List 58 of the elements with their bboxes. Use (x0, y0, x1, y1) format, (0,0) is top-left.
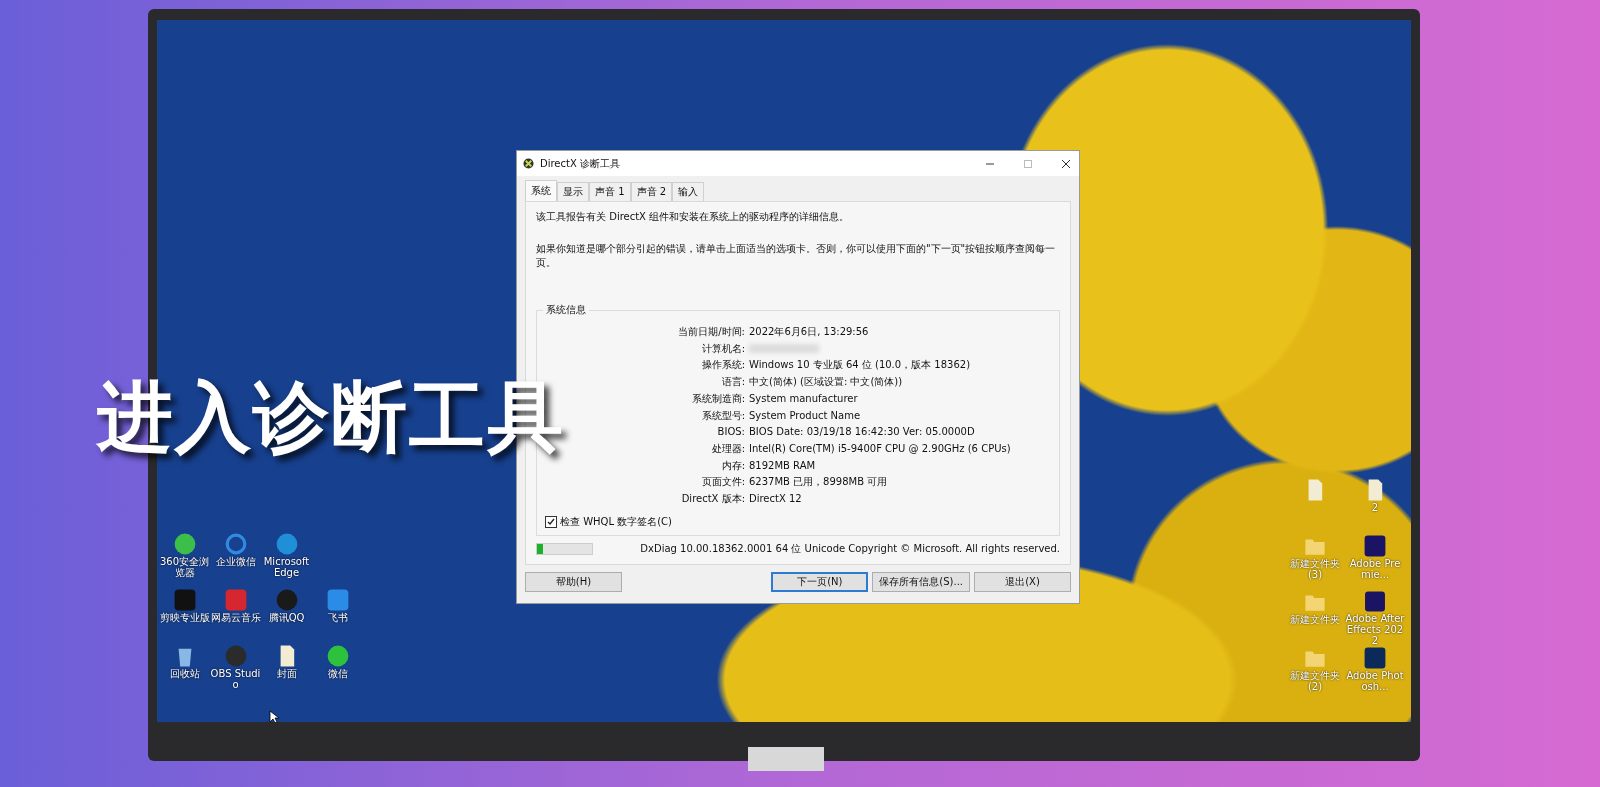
info-value: Windows 10 专业版 64 位 (10.0，版本 18362) (749, 358, 972, 373)
tab[interactable]: 系统 (525, 180, 557, 201)
info-value: 6237MB 已用，8998MB 可用 (749, 475, 889, 490)
dialog-button[interactable]: 退出(X) (974, 572, 1071, 592)
maximize-icon[interactable] (1023, 158, 1033, 169)
browser-icon[interactable] (172, 532, 197, 556)
icon-label[interactable]: 剪映专业版 (158, 612, 211, 623)
info-label: 系统型号: (700, 408, 745, 423)
record-app-icon[interactable] (223, 644, 248, 668)
checkbox[interactable] (545, 516, 557, 528)
tab[interactable]: 输入 (672, 182, 705, 201)
info-value: 中文(简体) (区域设置: 中文(简体)) (749, 375, 904, 389)
info-label: 系统制造商: (690, 391, 745, 406)
version-text: DxDiag 10.00.18362.0001 64 位 Unicode Copyright © Microsoft. All rights reserved. (640, 542, 1060, 556)
dialog-button[interactable]: 帮助(H) (525, 572, 622, 592)
browser-icon[interactable] (274, 532, 299, 556)
chat-icon[interactable] (325, 644, 350, 668)
info-label: 页面文件: (700, 475, 745, 490)
icon-label[interactable]: Microsoft Edge (260, 556, 313, 578)
chat-icon[interactable] (223, 532, 248, 556)
icon-label[interactable]: OBS Studio (209, 668, 262, 690)
info-label: 操作系统: (700, 358, 745, 373)
info-label: 内存: (720, 458, 745, 473)
info-label: BIOS: (716, 425, 745, 439)
info-label: 语言: (720, 375, 745, 389)
info-label: 计算机名: (700, 341, 745, 356)
intro-text: 该工具报告有关 DirectX 组件和安装在系统上的驱动程序的详细信息。 (536, 210, 851, 224)
info-value: DirectX 12 (749, 492, 803, 506)
info-value: System Product Name (749, 408, 862, 423)
checkbox-label[interactable]: 检查 WHQL 数字签名(C) (560, 515, 672, 529)
close-icon[interactable] (1061, 158, 1071, 169)
dialog-button[interactable]: 下一页(N) (771, 572, 869, 592)
info-label: 当前日期/时间: (677, 325, 745, 339)
icon-label[interactable]: 腾讯QQ (260, 612, 313, 623)
tab[interactable]: 声音 2 (630, 182, 673, 201)
info-value: BIOS Date: 03/19/18 16:42:30 Ver: 05.0000D (749, 425, 976, 439)
info-value: 2022年6月6日, 13:29:56 (749, 325, 870, 339)
effects-app-icon[interactable] (1363, 590, 1387, 613)
info-value: 8192MB RAM (749, 458, 817, 473)
icon-label[interactable]: 微信 (311, 668, 364, 679)
mouse-cursor-icon (269, 710, 279, 722)
group-title: 系统信息 (543, 303, 589, 317)
icon-label[interactable]: 封面 (260, 668, 313, 679)
info-value: Intel(R) Core(TM) i5-9400F CPU @ 2.90GHz (6 CPUs) (749, 441, 1012, 456)
hint-text: 如果你知道是哪个部分引起的错误，请单击上面适当的选项卡。否则，你可以使用下面的"下一页"按钮按顺序查阅每一页。 (536, 242, 1057, 270)
tab[interactable]: 声音 1 (589, 182, 631, 201)
info-value: System manufacturer (749, 391, 859, 406)
icon-label[interactable]: 360安全浏览器 (158, 556, 211, 578)
dialog-button[interactable]: 保存所有信息(S)... (872, 572, 970, 592)
info-label: 处理器: (710, 441, 745, 456)
info-label: DirectX 版本: (680, 492, 745, 506)
icon-label[interactable]: 企业微信 (209, 556, 262, 567)
window-title: DirectX 诊断工具 (540, 156, 620, 171)
penguin-icon[interactable] (274, 588, 299, 612)
icon-label[interactable]: 回收站 (158, 668, 211, 679)
icon-label[interactable]: 网易云音乐 (209, 612, 262, 623)
icon-label[interactable]: 飞书 (311, 612, 364, 623)
tab[interactable]: 显示 (557, 182, 589, 201)
